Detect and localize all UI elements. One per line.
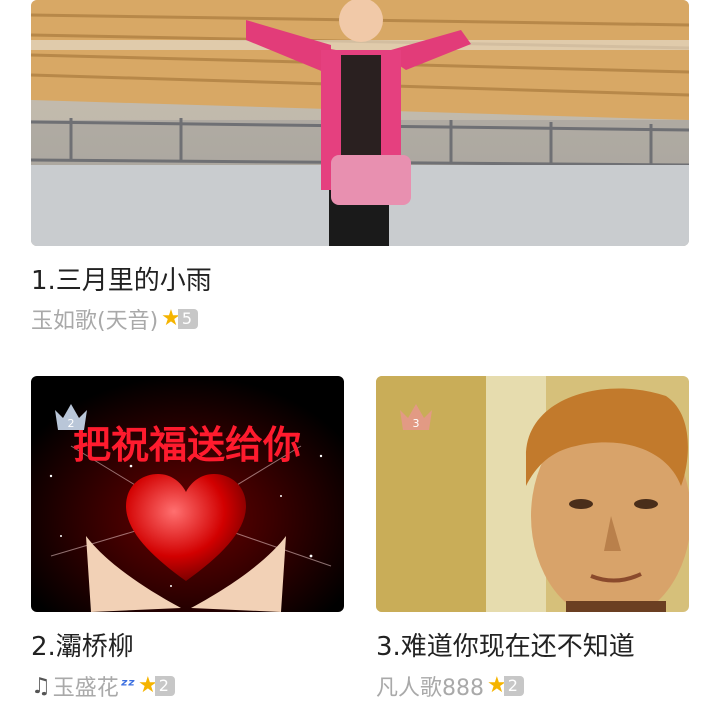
- song-title-1[interactable]: 1.三月里的小雨: [31, 260, 212, 297]
- poster-text: 把祝福送给你: [73, 422, 301, 467]
- level-badge: ★ 2: [138, 675, 175, 697]
- level-number: 2: [154, 676, 175, 696]
- crown-rank: 3: [413, 417, 420, 430]
- singer-name[interactable]: 玉如歌(天音): [31, 303, 158, 335]
- song-cover-1[interactable]: [31, 0, 689, 246]
- crown-icon: 3: [400, 404, 432, 430]
- crown-rank: 2: [68, 417, 75, 430]
- singer-row-3: 凡人歌888 ★ 2: [376, 670, 524, 702]
- song-cover-3[interactable]: 3: [376, 376, 689, 612]
- singer-name[interactable]: 凡人歌888: [376, 670, 484, 702]
- singer-row-1: 玉如歌(天音) ★ 5: [31, 303, 199, 335]
- song-cover-2[interactable]: 把祝福送给你 2: [31, 376, 344, 612]
- song-title-3[interactable]: 3.难道你现在还不知道: [376, 626, 635, 663]
- singer-name[interactable]: 玉盛花: [53, 670, 119, 702]
- level-badge: ★ 2: [487, 675, 524, 697]
- level-badge: ★ 5: [161, 308, 199, 330]
- music-note-icon: ♫: [31, 673, 51, 699]
- stadium-photo: [31, 0, 689, 246]
- level-number: 5: [177, 309, 199, 329]
- song-title-2[interactable]: 2.灞桥柳: [31, 626, 134, 663]
- zzz-icon: ᶻᶻ: [120, 676, 135, 696]
- level-number: 2: [503, 676, 524, 696]
- singer-row-2: ♫ 玉盛花 ᶻᶻ ★ 2: [31, 670, 175, 702]
- crown-icon: 2: [55, 404, 87, 430]
